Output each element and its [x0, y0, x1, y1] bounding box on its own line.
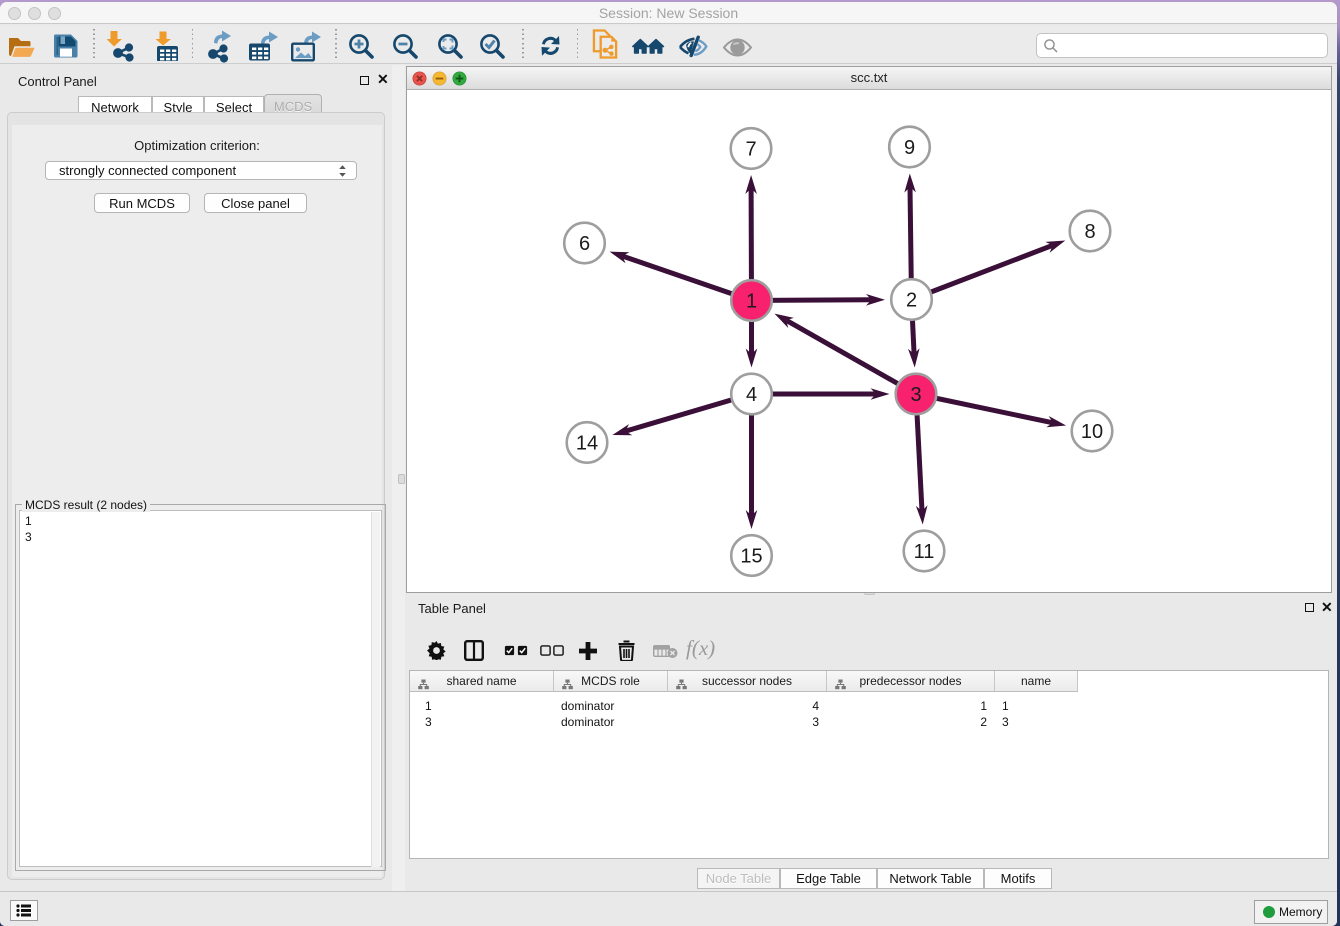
svg-text:7: 7: [745, 139, 756, 161]
svg-text:8: 8: [1084, 221, 1095, 243]
svg-text:4: 4: [746, 384, 757, 406]
svg-text:14: 14: [576, 433, 598, 455]
svg-text:15: 15: [740, 546, 762, 568]
svg-text:11: 11: [914, 541, 935, 563]
svg-text:3: 3: [910, 384, 921, 406]
svg-text:1: 1: [746, 291, 757, 313]
svg-text:2: 2: [906, 290, 917, 312]
svg-text:6: 6: [579, 233, 590, 255]
svg-text:10: 10: [1081, 421, 1103, 443]
svg-text:9: 9: [904, 137, 915, 159]
